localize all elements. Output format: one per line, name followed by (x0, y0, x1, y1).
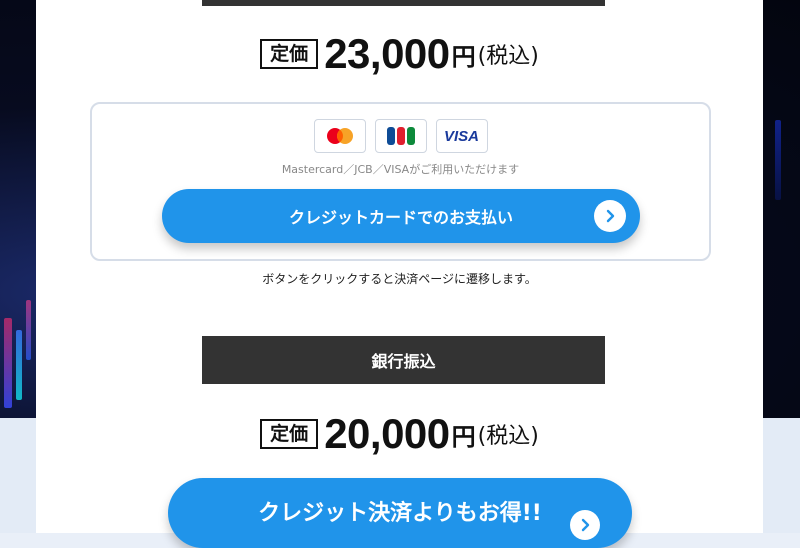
price-yen: 円 (451, 42, 476, 71)
background-light-streak (4, 318, 12, 408)
bank-price: 定価 20,000 円 (税込) (36, 409, 763, 459)
price-tag: 定価 (260, 39, 319, 69)
credit-card-box: VISA Mastercard／JCB／VISAがご利用いただけます クレジット… (90, 102, 711, 261)
visa-label: VISA (443, 127, 479, 145)
section-header-bar (202, 0, 605, 6)
chevron-right-icon (594, 200, 626, 232)
payment-panel: 定価 23,000 円 (税込) VISA Mastercard／JCB／VIS… (36, 0, 763, 548)
price-tax: (税込) (477, 44, 539, 69)
background-light-streak (775, 120, 781, 200)
bank-transfer-heading: 銀行振込 (202, 336, 605, 384)
price-yen: 円 (451, 422, 476, 451)
redirect-note: ボタンをクリックすると決済ページに遷移します。 (262, 272, 537, 286)
jcb-icon (374, 119, 427, 153)
bank-transfer-button-label: クレジット決済よりもお得!! (258, 501, 542, 526)
price-amount: 23,000 (324, 30, 450, 77)
credit-price: 定価 23,000 円 (税込) (36, 29, 763, 79)
credit-card-pay-label: クレジットカードでのお支払い (288, 208, 513, 227)
card-brands: VISA (92, 119, 709, 153)
mastercard-icon (313, 119, 366, 153)
bank-transfer-button[interactable]: クレジット決済よりもお得!! (168, 478, 632, 548)
price-amount: 20,000 (324, 410, 450, 457)
chevron-right-icon (570, 510, 600, 540)
credit-card-pay-button[interactable]: クレジットカードでのお支払い (162, 189, 640, 243)
price-tag: 定価 (260, 419, 319, 449)
background-light-streak (16, 330, 22, 400)
visa-icon: VISA (435, 119, 488, 153)
price-tax: (税込) (477, 424, 539, 449)
card-note: Mastercard／JCB／VISAがご利用いただけます (281, 163, 520, 176)
background-light-streak (26, 300, 31, 360)
